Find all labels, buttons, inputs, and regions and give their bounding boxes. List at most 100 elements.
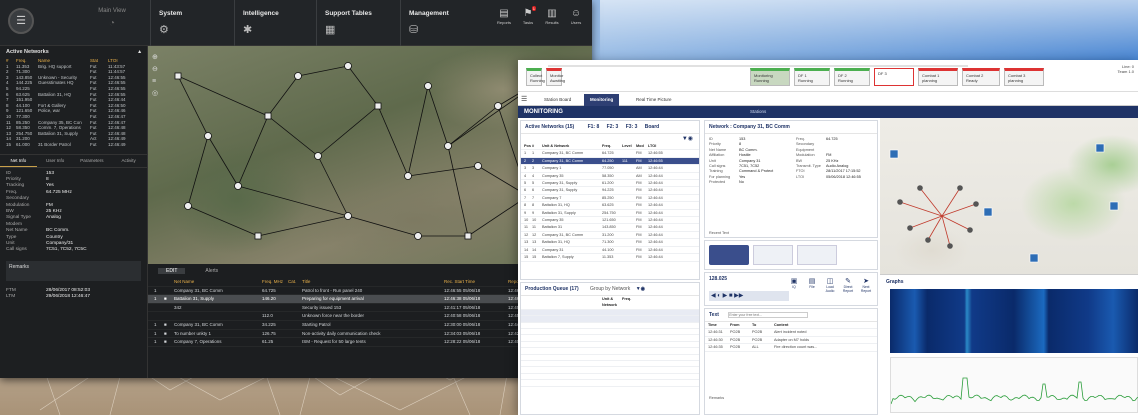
tab-real-time-picture[interactable]: Real Time Picture xyxy=(630,94,678,106)
menu-button[interactable]: ☰ xyxy=(8,8,34,34)
workflow-step[interactable]: DF 2 Running xyxy=(834,68,870,86)
station-marker[interactable] xyxy=(344,212,352,220)
emitter-marker[interactable] xyxy=(907,225,913,231)
module-system[interactable]: System ⚙ xyxy=(150,0,234,46)
module-management[interactable]: Management ⛁ xyxy=(400,0,484,46)
results-button[interactable]: ▥ Results xyxy=(542,8,562,25)
workflow-step[interactable]: Combat 2 Ready xyxy=(962,68,1000,86)
workflow-step[interactable]: Combat 3 planning xyxy=(1004,68,1044,86)
workflow-step[interactable]: Monitoring Running xyxy=(750,68,790,86)
table-row[interactable]: 10 10 Company 35 121.650 FM 12:46:44 xyxy=(521,217,699,225)
table-row[interactable]: 1 1 Company 31, BC Comm 64.725 FM 12:46:55 xyxy=(521,150,699,158)
station-marker[interactable] xyxy=(889,149,899,159)
workflow-step[interactable]: Combat 1 planning xyxy=(918,68,958,86)
station-marker[interactable] xyxy=(1109,201,1119,211)
station-marker[interactable] xyxy=(464,232,472,240)
tab-alerts[interactable]: Alerts xyxy=(205,268,218,274)
table-row[interactable]: 4 4 Company 35 58.350 AM 12:46:44 xyxy=(521,173,699,181)
station-marker[interactable] xyxy=(344,62,352,70)
table-row[interactable]: 14 14 Company 31 44.100 FM 12:46:44 xyxy=(521,247,699,255)
list-item[interactable]: 15 61.000 31 Border Patrol Fut 12:46:49 xyxy=(6,142,141,148)
station-marker[interactable] xyxy=(474,162,482,170)
station-marker[interactable] xyxy=(174,72,182,80)
audio-card[interactable] xyxy=(797,245,837,265)
emitter-marker[interactable] xyxy=(967,227,973,233)
table-row[interactable]: 2 2 Company 31, BC Comm 64.250 111 FM 12:46:55 xyxy=(521,157,699,166)
emitter-marker[interactable] xyxy=(897,199,903,205)
station-marker[interactable] xyxy=(444,142,452,150)
station-marker[interactable] xyxy=(264,112,272,120)
table-row[interactable]: 12:46:35 PO2B ALL Fire direction count was.… xyxy=(705,344,877,352)
tab-monitoring[interactable]: Monitoring xyxy=(584,94,620,106)
tab-net-info[interactable]: Net Info xyxy=(0,155,37,167)
station-marker[interactable] xyxy=(184,202,192,210)
zoom-out-icon[interactable]: ⊖ xyxy=(152,64,160,76)
emitter-marker[interactable] xyxy=(973,201,979,207)
module-support-tables[interactable]: Support Tables ▦ xyxy=(316,0,400,46)
station-marker[interactable] xyxy=(983,207,993,217)
workflow-step[interactable]: Monitor Awaiting xyxy=(546,68,565,86)
station-marker[interactable] xyxy=(414,232,422,240)
player-controls[interactable]: ◀ ◐ ▶ ■ ▶▶ xyxy=(709,291,789,301)
audio-card-active[interactable] xyxy=(709,245,749,265)
player-action[interactable]: ▣ IQ xyxy=(787,277,801,293)
layers-icon[interactable]: ≡ xyxy=(152,76,160,88)
table-row[interactable]: 12 12 Company 31, BC Comm 31.200 FM 12:46:44 xyxy=(521,232,699,240)
table-row[interactable]: 12:46:31 PO2B PO2B Alert incident noted xyxy=(705,329,877,337)
tasks-button[interactable]: ⚑ 1 Tasks xyxy=(518,6,538,25)
free-text-input[interactable] xyxy=(728,312,809,318)
spectrum-plot[interactable] xyxy=(890,357,1138,413)
player-action[interactable]: ✎ Direct Report xyxy=(841,277,855,293)
board-label[interactable]: Board xyxy=(645,124,659,130)
station-marker[interactable] xyxy=(1029,253,1039,263)
zoom-in-icon[interactable]: ⊕ xyxy=(152,52,160,64)
station-marker[interactable] xyxy=(374,102,382,110)
station-marker[interactable] xyxy=(404,172,412,180)
player-action[interactable]: ➤ Next Report xyxy=(859,277,873,293)
workflow-step[interactable]: DF 1 Running xyxy=(794,68,830,86)
tab-station-board[interactable]: Station Board xyxy=(538,94,577,106)
table-row[interactable]: 3 3 Company 1 77.050 AM 12:46:44 xyxy=(521,165,699,173)
waterfall-spectrogram[interactable] xyxy=(890,289,1138,353)
pin-icon[interactable]: ▴ xyxy=(138,49,141,55)
table-row[interactable]: 13 13 Battalion 31, HQ 71.300 FM 12:46:44 xyxy=(521,239,699,247)
terrain-map[interactable] xyxy=(880,118,1138,274)
table-row[interactable]: 5 5 Company 31, Supply 61.200 FM 12:46:44 xyxy=(521,180,699,188)
station-marker[interactable] xyxy=(234,182,242,190)
reports-button[interactable]: ▤ Reports xyxy=(494,8,514,25)
player-action[interactable]: ▤ File xyxy=(805,277,819,293)
station-marker[interactable] xyxy=(424,82,432,90)
remarks-box[interactable]: Remarks xyxy=(6,260,141,281)
emitter-marker[interactable] xyxy=(957,185,963,191)
hamburger-icon[interactable]: ☰ xyxy=(518,94,532,106)
tab-edit[interactable]: EDIT xyxy=(158,268,186,274)
tab-activity[interactable]: Activity xyxy=(110,155,147,167)
emitter-marker[interactable] xyxy=(925,237,931,243)
tab-user-info[interactable]: User Info xyxy=(37,155,74,167)
station-marker[interactable] xyxy=(1095,143,1105,153)
table-row[interactable]: 12:46:30 PO2B PO2B Adapter on M7 holds xyxy=(705,337,877,345)
station-marker[interactable] xyxy=(314,152,322,160)
emitter-marker[interactable] xyxy=(947,243,953,249)
locate-icon[interactable]: ◎ xyxy=(152,88,160,100)
filter-icon[interactable]: ▼◉ xyxy=(636,286,645,292)
group-by-toggle[interactable]: Group by Network xyxy=(590,286,630,292)
station-marker[interactable] xyxy=(294,72,302,80)
workflow-step[interactable]: DF 3 xyxy=(874,68,914,86)
filter-icon[interactable]: ▼◉ xyxy=(521,134,699,143)
table-row[interactable]: 8 8 Battalion 31, HQ 63.625 FM 12:46:44 xyxy=(521,202,699,210)
emitter-marker[interactable] xyxy=(917,185,923,191)
table-row[interactable]: 9 9 Battalion 31, Supply 254.750 FM 12:46:44 xyxy=(521,210,699,218)
audio-card[interactable] xyxy=(753,245,793,265)
table-row[interactable]: 6 6 Company 31, Supply 94.225 FM 12:46:44 xyxy=(521,187,699,195)
users-button[interactable]: ☺ Users xyxy=(566,8,586,25)
table-row[interactable] xyxy=(521,380,699,387)
module-intelligence[interactable]: Intelligence ✱ xyxy=(234,0,316,46)
station-marker[interactable] xyxy=(494,102,502,110)
tab-parameters[interactable]: Parameters xyxy=(74,155,111,167)
table-row[interactable]: 7 7 Company 7 85.250 FM 12:46:44 xyxy=(521,195,699,203)
station-marker[interactable] xyxy=(254,232,262,240)
player-action[interactable]: ◫ Load Audio xyxy=(823,277,837,293)
main-view-tab[interactable]: Main View ◔ xyxy=(74,8,150,38)
table-row[interactable]: 11 11 Battalion 31 143.850 FM 12:46:44 xyxy=(521,224,699,232)
